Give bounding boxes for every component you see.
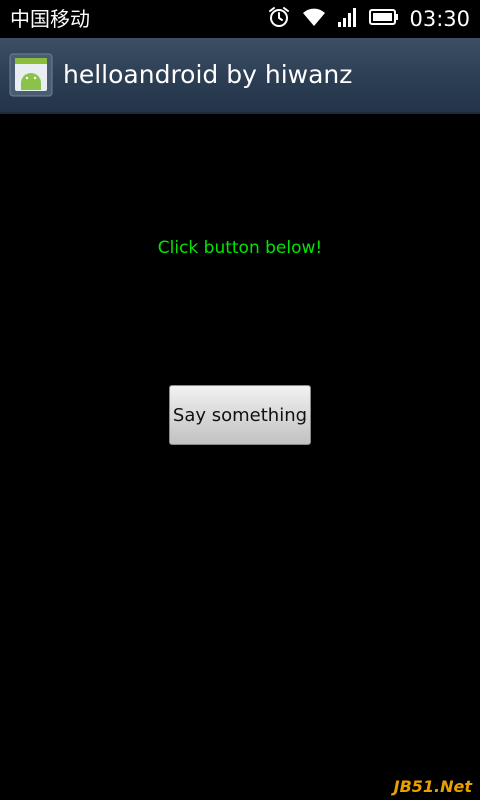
watermark: JB51.Net xyxy=(393,777,472,796)
signal-icon xyxy=(337,6,359,32)
prompt-text: Click button below! xyxy=(157,238,323,258)
phone-screen: 中国移动 03:30 helloandroid by hiwanz Click … xyxy=(0,0,480,800)
status-bar: 中国移动 03:30 xyxy=(0,0,480,38)
app-title-bar: helloandroid by hiwanz xyxy=(0,38,480,114)
android-app-icon[interactable] xyxy=(9,53,53,97)
wifi-icon xyxy=(301,6,327,32)
say-something-button[interactable]: Say something xyxy=(169,385,311,445)
battery-icon xyxy=(369,8,399,30)
carrier-name: 中国移动 xyxy=(10,7,90,31)
app-title: helloandroid by hiwanz xyxy=(63,60,353,89)
alarm-icon xyxy=(267,5,291,33)
status-clock: 03:30 xyxy=(409,7,470,31)
status-icons: 03:30 xyxy=(267,4,470,34)
main-content: Click button below! Say something xyxy=(0,114,480,800)
